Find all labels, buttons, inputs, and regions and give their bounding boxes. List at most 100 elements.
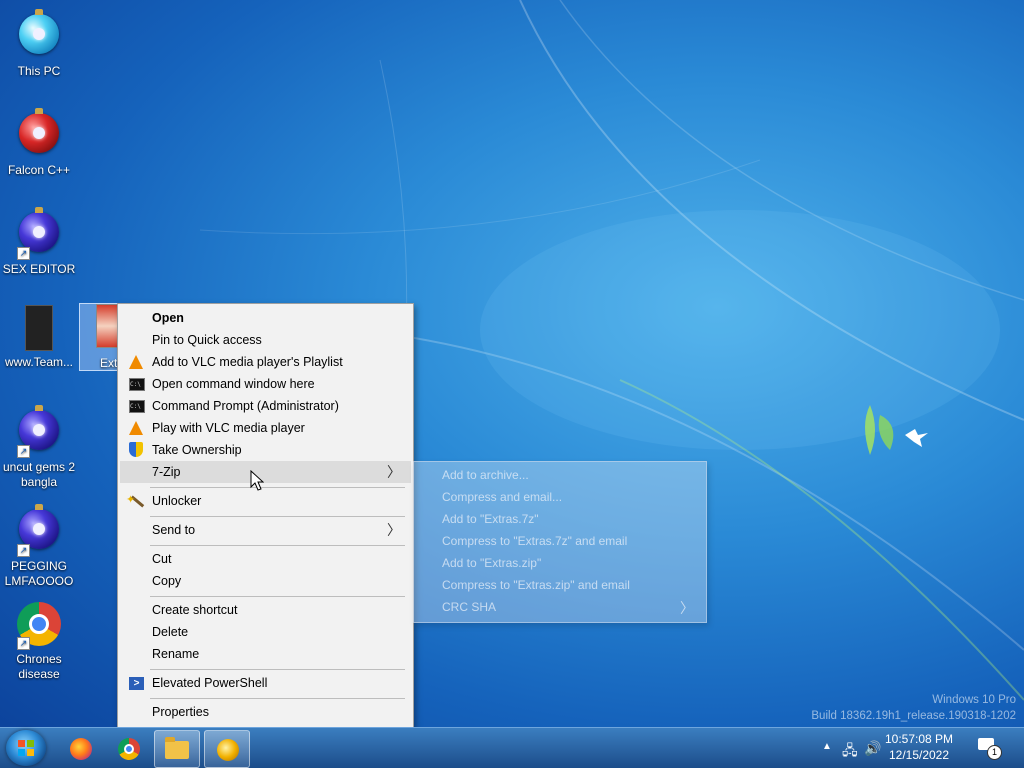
shortcut-arrow-icon: ↗ xyxy=(17,637,30,650)
menu-item-label: Add to VLC media player's Playlist xyxy=(152,355,343,369)
menu-item-properties[interactable]: Properties xyxy=(120,701,411,723)
menu-item-label: Send to xyxy=(152,523,196,537)
desktop-icon-label: This PC xyxy=(17,64,61,78)
watermark-build: Build 18362.19h1_release.190318-1202 xyxy=(811,710,1016,722)
desktop-icon-label: Chrones disease xyxy=(16,652,62,681)
menu-item-vlc-playlist[interactable]: Add to VLC media player's Playlist xyxy=(120,351,411,373)
system-tray: ▲ 🖧 🔊 10:57:08 PM 12/15/2022 1 xyxy=(804,728,1024,768)
submenu-item-compress-email[interactable]: Compress and email... xyxy=(442,486,562,508)
menu-item-rename[interactable]: Rename xyxy=(120,643,411,665)
notification-count: 1 xyxy=(987,745,1002,760)
submenu-item-add-to-archive[interactable]: Add to archive... xyxy=(442,464,529,486)
bird-logo xyxy=(865,405,928,455)
chevron-up-icon[interactable]: ▲ xyxy=(822,741,832,752)
submenu-item-compress-zip-email[interactable]: Compress to "Extras.zip" and email xyxy=(442,574,630,596)
menu-item-unlocker[interactable]: ✦ Unlocker xyxy=(120,490,411,512)
desktop-icon-label: PEGGING LMFAOOOO xyxy=(4,559,74,588)
menu-separator xyxy=(150,516,405,517)
this-pc-icon xyxy=(15,9,63,62)
desktop-icon-label: www.Team... xyxy=(4,355,73,369)
taskbar-firefox[interactable] xyxy=(58,730,102,766)
clock[interactable]: 10:57:08 PM 12/15/2022 xyxy=(884,731,954,763)
chevron-right-icon: 〉 xyxy=(387,464,401,480)
submenu-item-add-7z[interactable]: Add to "Extras.7z" xyxy=(442,508,539,530)
shortcut-arrow-icon: ↗ xyxy=(17,247,30,260)
menu-item-take-ownership[interactable]: Take Ownership xyxy=(120,439,411,461)
submenu-item-label: CRC SHA xyxy=(442,600,497,614)
menu-item-pin-quick-access[interactable]: Pin to Quick access xyxy=(120,329,411,351)
menu-item-label: Unlocker xyxy=(152,494,202,508)
menu-item-cut[interactable]: Cut xyxy=(120,548,411,570)
chevron-right-icon: 〉 xyxy=(680,600,694,616)
menu-item-delete[interactable]: Delete xyxy=(120,621,411,643)
menu-item-label: 7-Zip xyxy=(152,465,181,479)
desktop-icon-team[interactable]: www.Team... xyxy=(1,305,77,370)
submenu-item-add-zip[interactable]: Add to "Extras.zip" xyxy=(442,552,541,574)
menu-item-label: Rename xyxy=(152,647,200,661)
menu-item-open-cmd[interactable]: C:\ Open command window here xyxy=(120,373,411,395)
menu-item-label: Delete xyxy=(152,625,189,639)
ornament-icon: ↗ xyxy=(15,207,63,260)
network-icon[interactable]: 🖧 xyxy=(842,740,858,764)
chrome-icon: ↗ xyxy=(15,602,63,650)
taskbar-file-explorer[interactable] xyxy=(154,730,200,768)
desktop-icon-this-pc[interactable]: This PC xyxy=(1,8,77,79)
desktop-icon-falcon[interactable]: Falcon C++ xyxy=(1,107,77,178)
submenu-item-label: Compress to "Extras.7z" and email xyxy=(442,534,628,548)
menu-item-label: Copy xyxy=(152,574,182,588)
shortcut-arrow-icon: ↗ xyxy=(17,544,30,557)
mouse-cursor-icon xyxy=(250,470,264,491)
desktop-icon-uncut-gems[interactable]: ↗ uncut gems 2 bangla xyxy=(1,404,77,490)
menu-item-label: Elevated PowerShell xyxy=(152,676,268,690)
volume-icon[interactable]: 🔊 xyxy=(864,740,881,757)
falcon-icon xyxy=(15,108,63,161)
desktop-icon-label: Ext xyxy=(100,356,118,370)
menu-item-open[interactable]: Open xyxy=(120,307,411,329)
ornament-icon: ↗ xyxy=(15,405,63,458)
firefox-icon xyxy=(70,738,92,760)
submenu-item-label: Compress to "Extras.zip" and email xyxy=(442,578,630,592)
ornament-icon: ↗ xyxy=(15,504,63,557)
submenu-item-compress-7z-email[interactable]: Compress to "Extras.7z" and email xyxy=(442,530,627,552)
menu-item-send-to[interactable]: Send to 〉 xyxy=(120,519,411,541)
submenu-item-label: Add to archive... xyxy=(442,468,529,482)
desktop-icon-extras[interactable]: Ext xyxy=(79,303,121,371)
folder-icon xyxy=(165,737,189,759)
context-menu: Open Pin to Quick access Add to VLC medi… xyxy=(117,303,414,729)
desktop-icon-pegging[interactable]: ↗ PEGGING LMFAOOOO xyxy=(1,503,77,589)
chrome-icon xyxy=(118,738,140,760)
menu-item-play-vlc[interactable]: Play with VLC media player xyxy=(120,417,411,439)
submenu-7zip: Add to archive... Compress and email... … xyxy=(413,461,707,623)
menu-item-cmd-admin[interactable]: C:\ Command Prompt (Administrator) xyxy=(120,395,411,417)
menu-item-label: Cut xyxy=(152,552,172,566)
vlc-icon xyxy=(128,420,144,436)
submenu-item-label: Add to "Extras.zip" xyxy=(442,556,542,570)
taskbar: ▲ 🖧 🔊 10:57:08 PM 12/15/2022 1 xyxy=(0,727,1024,768)
notification-center-button[interactable]: 1 xyxy=(978,738,1002,760)
powershell-icon: > xyxy=(128,675,144,691)
menu-item-label: Play with VLC media player xyxy=(152,421,305,435)
chevron-right-icon: 〉 xyxy=(387,522,401,538)
clock-date: 12/15/2022 xyxy=(888,748,950,762)
clock-time: 10:57:08 PM xyxy=(884,732,954,746)
watermark-edition: Windows 10 Pro xyxy=(932,694,1016,706)
submenu-item-label: Add to "Extras.7z" xyxy=(442,512,539,526)
taskbar-app[interactable] xyxy=(204,730,250,768)
menu-item-label: Open xyxy=(152,311,184,325)
menu-item-label: Open command window here xyxy=(152,377,315,391)
menu-item-elevated-powershell[interactable]: > Elevated PowerShell xyxy=(120,672,411,694)
shortcut-arrow-icon: ↗ xyxy=(17,445,30,458)
menu-item-label: Create shortcut xyxy=(152,603,238,617)
menu-item-create-shortcut[interactable]: Create shortcut xyxy=(120,599,411,621)
start-button[interactable] xyxy=(6,730,46,766)
taskbar-chrome[interactable] xyxy=(106,730,150,766)
file-icon xyxy=(15,305,63,353)
desktop-icon-label: Falcon C++ xyxy=(7,163,71,177)
menu-item-7zip[interactable]: 7-Zip 〉 xyxy=(120,461,411,483)
desktop-icon-chrome[interactable]: ↗ Chrones disease xyxy=(1,600,77,682)
menu-item-copy[interactable]: Copy xyxy=(120,570,411,592)
desktop-icon-sex-editor[interactable]: ↗ SEX EDITOR xyxy=(1,206,77,277)
menu-separator xyxy=(150,698,405,699)
menu-item-label: Command Prompt (Administrator) xyxy=(152,399,339,413)
submenu-item-crc-sha[interactable]: CRC SHA xyxy=(442,596,692,618)
